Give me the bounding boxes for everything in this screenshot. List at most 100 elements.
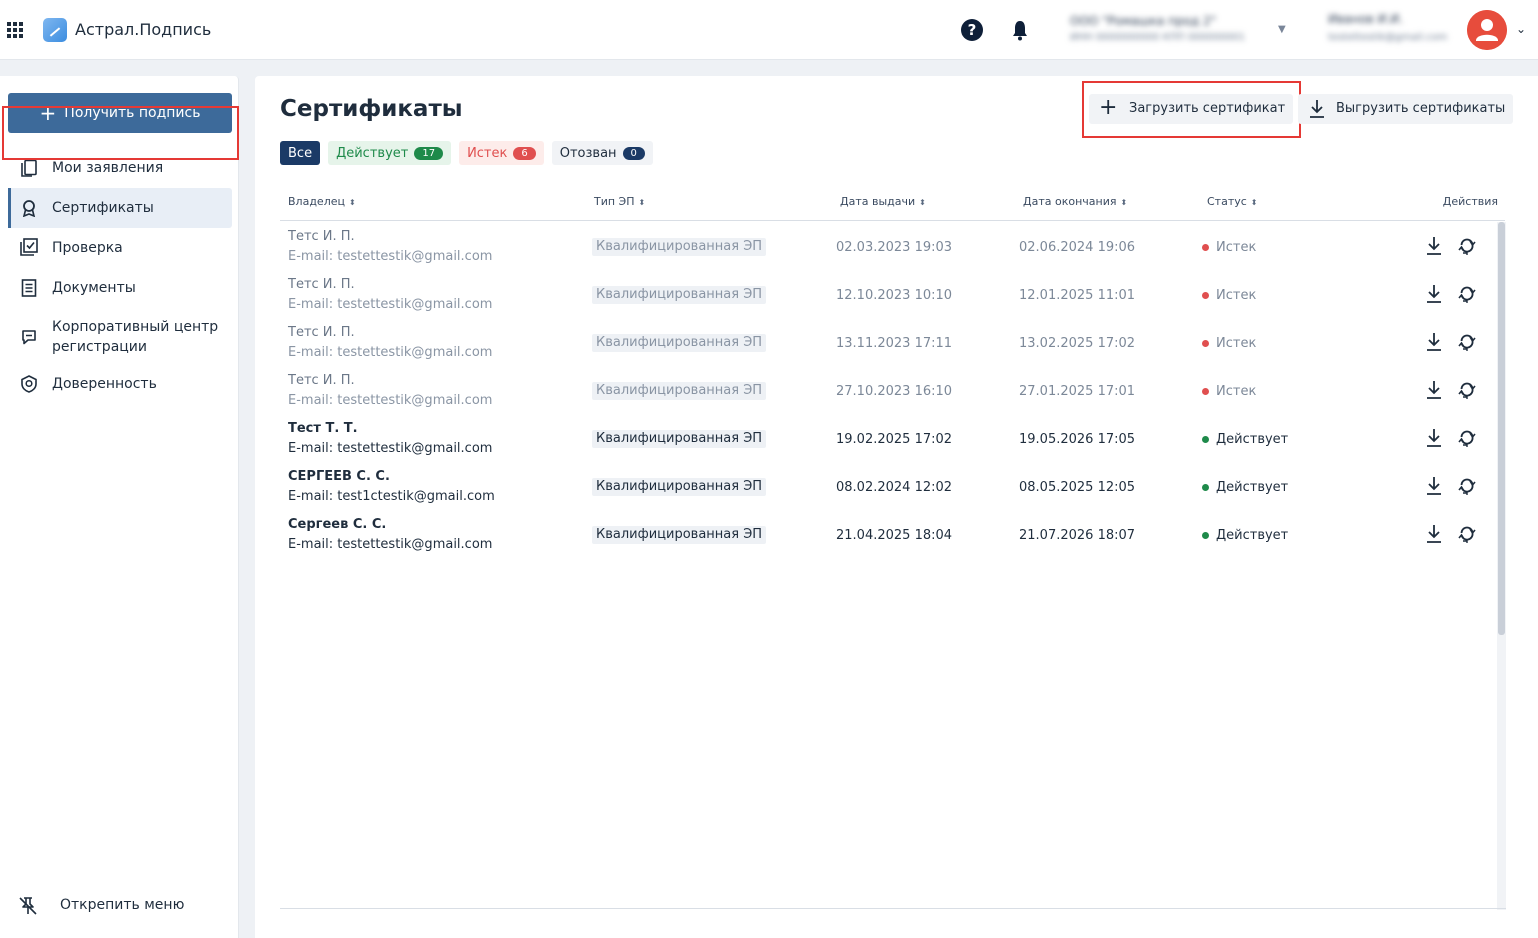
help-icon[interactable]: ? bbox=[961, 19, 983, 41]
renew-icon[interactable] bbox=[1458, 380, 1476, 400]
owner-cell: Тетс И. П. E-mail: testettestik@gmail.com bbox=[288, 227, 492, 267]
column-status[interactable]: Статус ⬍ bbox=[1207, 195, 1258, 208]
owner-name: Тетс И. П. bbox=[288, 325, 355, 340]
column-label: Дата выдачи bbox=[840, 195, 916, 208]
column-owner[interactable]: Владелец ⬍ bbox=[288, 195, 356, 208]
status-badge: Истек bbox=[1202, 288, 1256, 303]
renew-icon[interactable] bbox=[1458, 428, 1476, 448]
apps-grid-icon[interactable] bbox=[7, 22, 23, 38]
table-row[interactable]: Тест Т. Т. E-mail: testettestik@gmail.com… bbox=[280, 414, 1493, 462]
count-badge: 17 bbox=[414, 146, 444, 160]
expiry-date: 08.05.2025 12:05 bbox=[1019, 480, 1136, 495]
chevron-down-icon[interactable]: ⌄ bbox=[1516, 22, 1526, 36]
sort-icon: ⬍ bbox=[638, 198, 646, 207]
status-label: Истек bbox=[1216, 336, 1257, 351]
user-name: Иванов И.И. bbox=[1328, 12, 1404, 26]
renew-icon[interactable] bbox=[1458, 524, 1476, 544]
get-signature-button[interactable]: + Получить подпись bbox=[8, 93, 232, 133]
status-badge: Действует bbox=[1202, 480, 1288, 495]
column-expires[interactable]: Дата окончания ⬍ bbox=[1023, 195, 1127, 208]
sidebar-item-label: Корпоративный центр регистрации bbox=[52, 319, 219, 355]
renew-icon[interactable] bbox=[1458, 236, 1476, 256]
export-certificates-label: Выгрузить сертификаты bbox=[1336, 101, 1506, 116]
signature-type-badge: Квалифицированная ЭП bbox=[592, 430, 767, 448]
download-icon[interactable] bbox=[1425, 428, 1443, 448]
user-info[interactable]: Иванов И.И. testettestik@gmail.com bbox=[1328, 12, 1468, 50]
sidebar-item-power-of-attorney[interactable]: Доверенность bbox=[8, 374, 232, 394]
expiry-date: 02.06.2024 19:06 bbox=[1019, 240, 1136, 255]
column-label: Тип ЭП bbox=[594, 195, 635, 208]
filter-all[interactable]: Все bbox=[280, 141, 321, 165]
download-icon[interactable] bbox=[1425, 476, 1443, 496]
main-panel: Сертификаты + Загрузить сертификат Выгру… bbox=[255, 76, 1538, 938]
owner-email: E-mail: testettestik@gmail.com bbox=[288, 345, 493, 360]
column-label: Статус bbox=[1207, 195, 1247, 208]
issued-date: 12.10.2023 10:10 bbox=[836, 288, 953, 303]
signature-type-badge: Квалифицированная ЭП bbox=[592, 286, 767, 304]
scrollbar-thumb[interactable] bbox=[1498, 222, 1505, 635]
chat-bubble-icon bbox=[22, 330, 36, 345]
sidebar-item-label: Мои заявления bbox=[52, 160, 164, 176]
column-issued[interactable]: Дата выдачи ⬍ bbox=[840, 195, 926, 208]
app-title[interactable]: Астрал.Подпись bbox=[75, 20, 211, 39]
scrollbar[interactable] bbox=[1497, 222, 1506, 910]
owner-cell: Сергеев С. С. E-mail: testettestik@gmail.… bbox=[288, 515, 492, 555]
renew-icon[interactable] bbox=[1458, 284, 1476, 304]
table-row[interactable]: Тетс И. П. E-mail: testettestik@gmail.com… bbox=[280, 222, 1493, 270]
table-row[interactable]: Тетс И. П. E-mail: testettestik@gmail.com… bbox=[280, 366, 1493, 414]
issued-date: 19.02.2025 17:02 bbox=[836, 432, 953, 447]
filter-active[interactable]: Действует 17 bbox=[328, 141, 452, 165]
organization-selector[interactable]: ООО "Ромашка прод 2" ИНН 0000000000 КПП … bbox=[1070, 14, 1270, 48]
table-row[interactable]: Сергеев С. С. E-mail: testettestik@gmail.… bbox=[280, 510, 1493, 558]
check-square-icon bbox=[20, 238, 38, 256]
status-dot bbox=[1202, 484, 1209, 491]
renew-icon[interactable] bbox=[1458, 476, 1476, 496]
export-certificates-button[interactable]: Выгрузить сертификаты bbox=[1298, 94, 1513, 124]
sidebar-item-corporate-center[interactable]: Корпоративный центр регистрации bbox=[8, 316, 232, 358]
bell-icon[interactable] bbox=[1011, 19, 1029, 41]
unpin-menu-label: Открепить меню bbox=[60, 897, 185, 913]
chevron-down-icon[interactable]: ▼ bbox=[1278, 24, 1288, 35]
sidebar-item-my-applications[interactable]: Мои заявления bbox=[8, 158, 232, 178]
filter-expired[interactable]: Истек 6 bbox=[459, 141, 544, 165]
filter-revoked[interactable]: Отозван 0 bbox=[551, 141, 653, 165]
sort-icon: ⬍ bbox=[1120, 198, 1128, 207]
sidebar-item-verification[interactable]: Проверка bbox=[8, 238, 232, 258]
column-label: Владелец bbox=[288, 195, 345, 208]
sidebar-item-certificates[interactable]: Сертификаты bbox=[8, 188, 232, 228]
renew-icon[interactable] bbox=[1458, 332, 1476, 352]
column-actions: Действия bbox=[1442, 195, 1498, 208]
status-dot bbox=[1202, 436, 1209, 443]
avatar[interactable] bbox=[1467, 10, 1507, 50]
sidebar-item-documents[interactable]: Документы bbox=[8, 278, 232, 298]
status-badge: Истек bbox=[1202, 384, 1256, 399]
column-type[interactable]: Тип ЭП ⬍ bbox=[594, 195, 645, 208]
upload-certificate-button[interactable]: + Загрузить сертификат bbox=[1089, 94, 1293, 124]
page-title: Сертификаты bbox=[280, 96, 463, 122]
table-row[interactable]: СЕРГЕЕВ С. С. E-mail: test1ctestik@gmail.… bbox=[280, 462, 1493, 510]
signature-type-badge: Квалифицированная ЭП bbox=[592, 478, 767, 496]
status-label: Истек bbox=[1216, 240, 1257, 255]
filter-label: Истек bbox=[467, 145, 508, 161]
download-icon[interactable] bbox=[1425, 380, 1443, 400]
owner-cell: СЕРГЕЕВ С. С. E-mail: test1ctestik@gmail.… bbox=[288, 467, 495, 507]
divider bbox=[280, 908, 1506, 909]
issued-date: 02.03.2023 19:03 bbox=[836, 240, 953, 255]
download-icon[interactable] bbox=[1425, 332, 1443, 352]
signature-type-badge: Квалифицированная ЭП bbox=[592, 382, 767, 400]
download-icon[interactable] bbox=[1425, 236, 1443, 256]
filter-label: Все bbox=[288, 145, 313, 161]
expiry-date: 21.07.2026 18:07 bbox=[1019, 528, 1136, 543]
download-icon[interactable] bbox=[1425, 284, 1443, 304]
sort-icon: ⬍ bbox=[919, 198, 926, 207]
owner-email: E-mail: testettestik@gmail.com bbox=[288, 249, 493, 264]
table-row[interactable]: Тетс И. П. E-mail: testettestik@gmail.com… bbox=[280, 270, 1493, 318]
download-icon[interactable] bbox=[1425, 524, 1443, 544]
status-label: Действует bbox=[1216, 432, 1289, 447]
document-lines-icon bbox=[21, 279, 37, 297]
expiry-date: 27.01.2025 17:01 bbox=[1019, 384, 1136, 399]
sidebar: + Получить подпись Мои заявления Сертифи… bbox=[0, 76, 239, 938]
table-row[interactable]: Тетс И. П. E-mail: testettestik@gmail.com… bbox=[280, 318, 1493, 366]
download-icon bbox=[1310, 100, 1324, 118]
unpin-menu-button[interactable]: Открепить меню bbox=[0, 890, 238, 922]
